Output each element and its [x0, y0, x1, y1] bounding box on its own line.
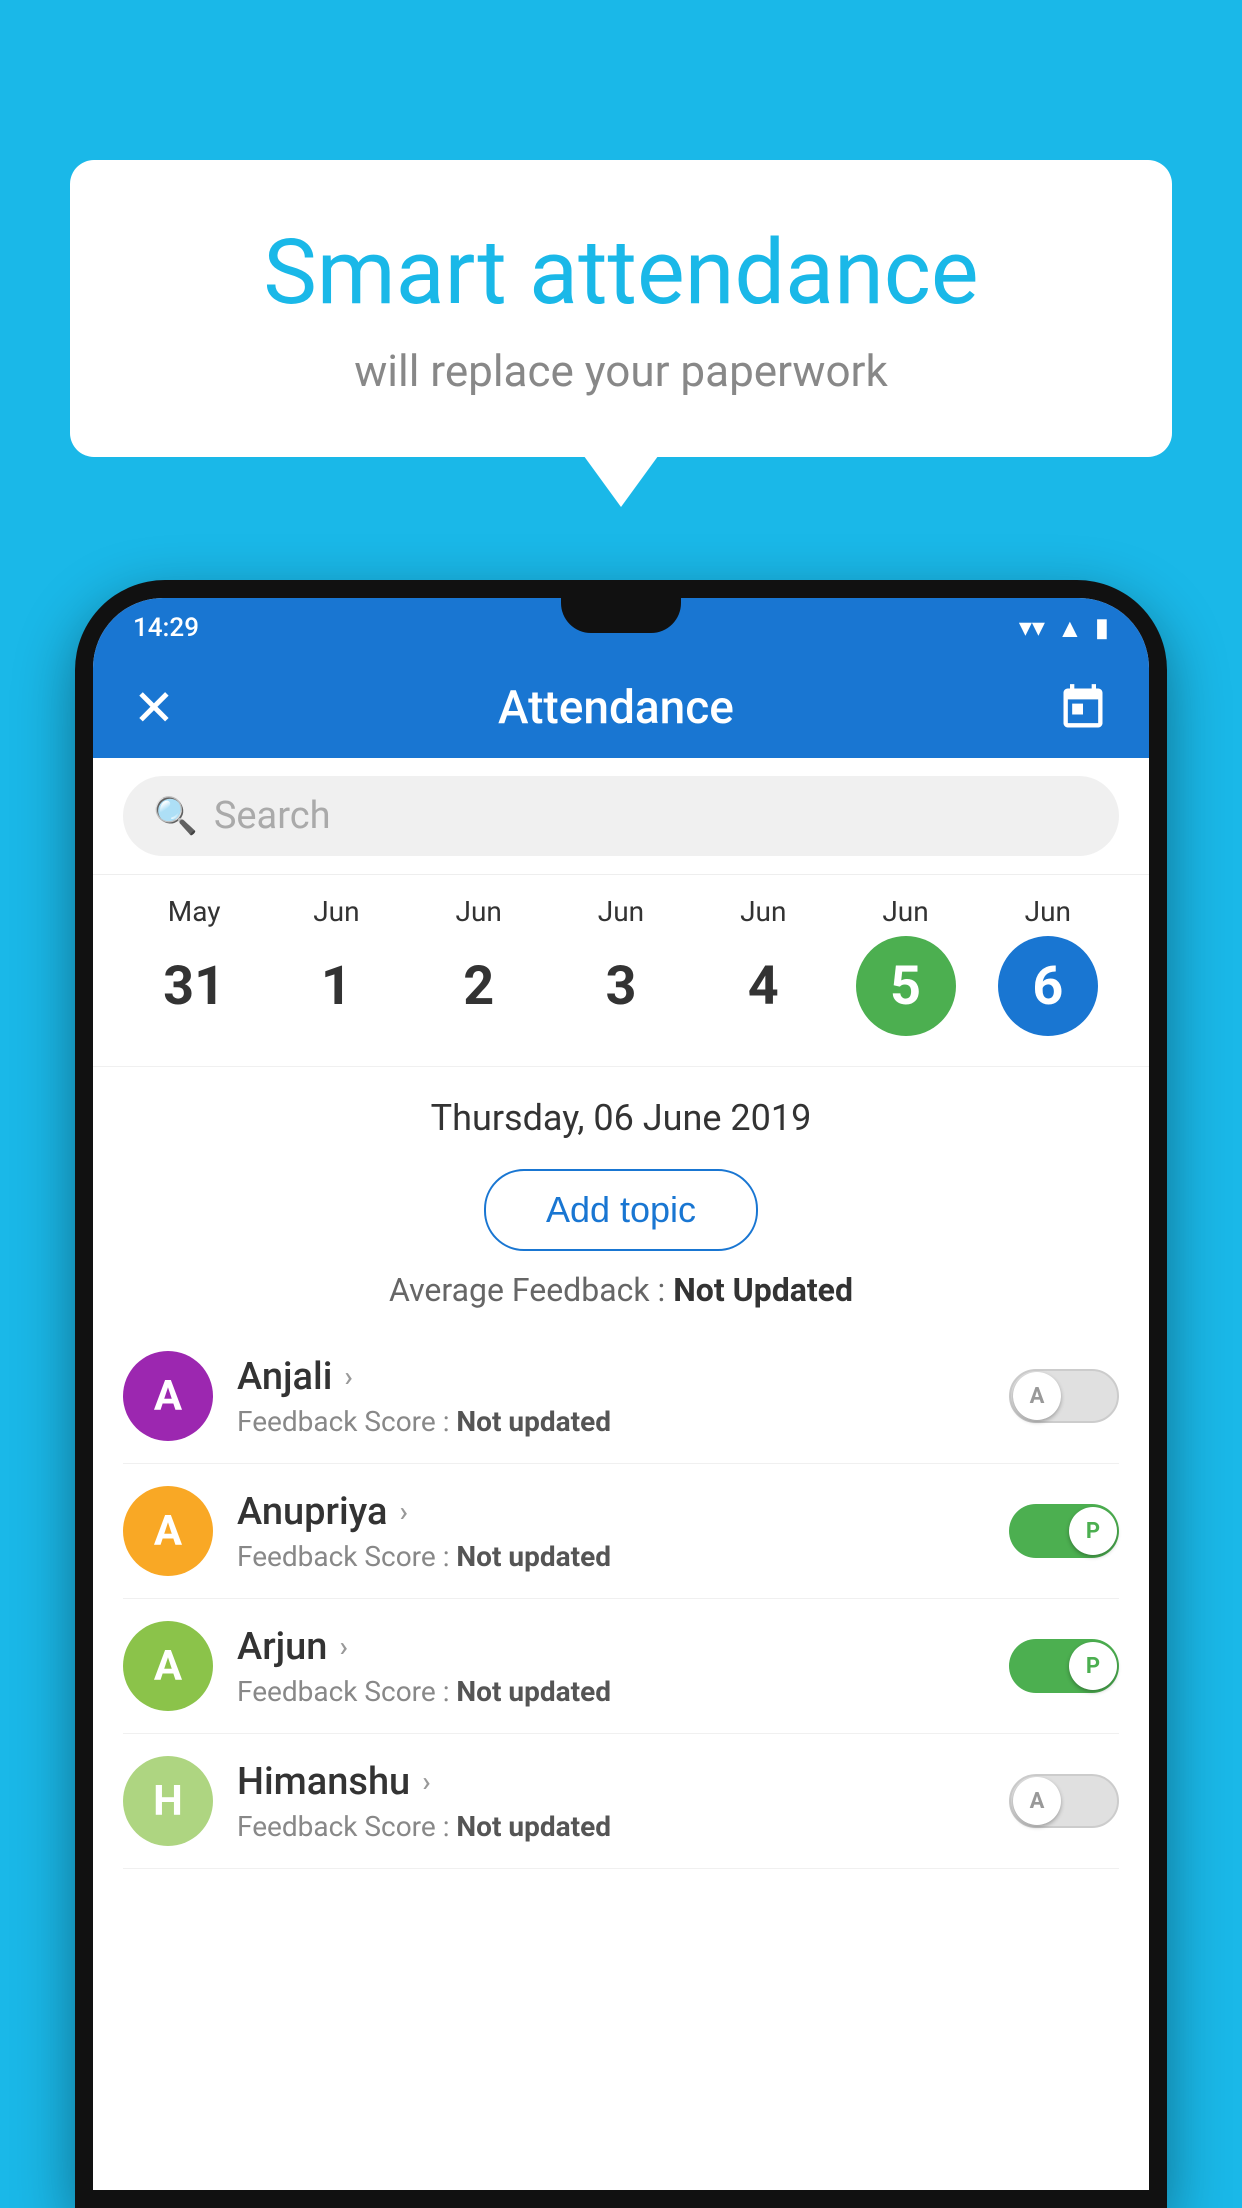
student-info-anupriya: Anupriya › Feedback Score : Not updated — [237, 1490, 985, 1573]
student-info-arjun: Arjun › Feedback Score : Not updated — [237, 1625, 985, 1708]
bubble-subtitle: will replace your paperwork — [150, 345, 1092, 397]
cal-date-4[interactable]: 4 — [713, 936, 813, 1036]
cal-month-4: Jun — [740, 895, 786, 928]
avatar-arjun: A — [123, 1621, 213, 1711]
calendar-icon[interactable] — [1057, 682, 1109, 734]
month-row: May 31 Jun 1 Jun 2 Jun 3 Jun 4 — [123, 895, 1119, 1036]
search-bar[interactable]: 🔍 Search — [123, 776, 1119, 856]
chevron-anupriya: › — [399, 1495, 407, 1528]
toggle-arjun[interactable]: P — [1009, 1639, 1119, 1693]
student-feedback-himanshu: Feedback Score : Not updated — [237, 1810, 985, 1843]
cal-month-2: Jun — [456, 895, 502, 928]
speech-bubble-container: Smart attendance will replace your paper… — [70, 160, 1172, 457]
student-info-anjali: Anjali › Feedback Score : Not updated — [237, 1355, 985, 1438]
cal-month-3: Jun — [598, 895, 644, 928]
cal-item-1[interactable]: Jun 1 — [276, 895, 396, 1036]
student-item-arjun[interactable]: A Arjun › Feedback Score : Not updated P — [123, 1599, 1119, 1734]
cal-item-2[interactable]: Jun 2 — [419, 895, 539, 1036]
status-icons: ▾▾ ▲ ▮ — [1019, 613, 1109, 644]
student-item-anjali[interactable]: A Anjali › Feedback Score : Not updated … — [123, 1329, 1119, 1464]
calendar-strip: May 31 Jun 1 Jun 2 Jun 3 Jun 4 — [93, 875, 1149, 1067]
student-name-arjun: Arjun › — [237, 1625, 985, 1669]
header-title: Attendance — [498, 681, 734, 735]
chevron-anjali: › — [344, 1360, 352, 1393]
toggle-switch-arjun[interactable]: P — [1009, 1639, 1119, 1693]
cal-item-0[interactable]: May 31 — [134, 895, 254, 1036]
toggle-switch-anupriya[interactable]: P — [1009, 1504, 1119, 1558]
student-feedback-anjali: Feedback Score : Not updated — [237, 1405, 985, 1438]
wifi-icon: ▾▾ — [1019, 613, 1045, 643]
student-feedback-anupriya: Feedback Score : Not updated — [237, 1540, 985, 1573]
cal-month-0: May — [168, 895, 221, 928]
student-name-himanshu: Himanshu › — [237, 1760, 985, 1804]
toggle-knob-anupriya: P — [1069, 1507, 1117, 1555]
search-container: 🔍 Search — [93, 758, 1149, 875]
toggle-knob-anjali: A — [1013, 1372, 1061, 1420]
avatar-anupriya: A — [123, 1486, 213, 1576]
cal-month-1: Jun — [313, 895, 359, 928]
app-header: ✕ Attendance — [93, 658, 1149, 758]
cal-date-1[interactable]: 1 — [286, 936, 386, 1036]
toggle-himanshu[interactable]: A — [1009, 1774, 1119, 1828]
toggle-knob-arjun: P — [1069, 1642, 1117, 1690]
student-info-himanshu: Himanshu › Feedback Score : Not updated — [237, 1760, 985, 1843]
student-item-himanshu[interactable]: H Himanshu › Feedback Score : Not update… — [123, 1734, 1119, 1869]
student-name-anjali: Anjali › — [237, 1355, 985, 1399]
average-feedback: Average Feedback : Not Updated — [93, 1271, 1149, 1329]
search-input[interactable]: Search — [214, 794, 331, 838]
phone-screen: 14:29 ▾▾ ▲ ▮ ✕ Attendance 🔍 Search — [93, 598, 1149, 2190]
student-feedback-arjun: Feedback Score : Not updated — [237, 1675, 985, 1708]
search-icon: 🔍 — [153, 795, 198, 837]
signal-icon: ▲ — [1057, 613, 1083, 644]
cal-date-5[interactable]: 5 — [856, 936, 956, 1036]
battery-icon: ▮ — [1095, 613, 1109, 643]
close-button[interactable]: ✕ — [133, 679, 175, 738]
avg-feedback-label: Average Feedback : — [389, 1271, 673, 1309]
toggle-anjali[interactable]: A — [1009, 1369, 1119, 1423]
chevron-arjun: › — [339, 1630, 347, 1663]
cal-month-5: Jun — [882, 895, 928, 928]
bubble-title: Smart attendance — [150, 220, 1092, 325]
cal-item-5[interactable]: Jun 5 — [846, 895, 966, 1036]
cal-date-2[interactable]: 2 — [429, 936, 529, 1036]
avatar-anjali: A — [123, 1351, 213, 1441]
phone-notch — [561, 598, 681, 633]
student-list: A Anjali › Feedback Score : Not updated … — [93, 1329, 1149, 1869]
toggle-knob-himanshu: A — [1013, 1777, 1061, 1825]
speech-bubble: Smart attendance will replace your paper… — [70, 160, 1172, 457]
student-name-anupriya: Anupriya › — [237, 1490, 985, 1534]
toggle-anupriya[interactable]: P — [1009, 1504, 1119, 1558]
cal-date-3[interactable]: 3 — [571, 936, 671, 1036]
toggle-switch-himanshu[interactable]: A — [1009, 1774, 1119, 1828]
selected-date: Thursday, 06 June 2019 — [93, 1067, 1149, 1159]
cal-month-6: Jun — [1025, 895, 1071, 928]
cal-date-0[interactable]: 31 — [144, 936, 244, 1036]
add-topic-container: Add topic — [93, 1159, 1149, 1271]
student-item-anupriya[interactable]: A Anupriya › Feedback Score : Not update… — [123, 1464, 1119, 1599]
cal-item-4[interactable]: Jun 4 — [703, 895, 823, 1036]
chevron-himanshu: › — [422, 1765, 430, 1798]
status-time: 14:29 — [133, 613, 199, 643]
cal-item-6[interactable]: Jun 6 — [988, 895, 1108, 1036]
cal-date-6[interactable]: 6 — [998, 936, 1098, 1036]
add-topic-button[interactable]: Add topic — [484, 1169, 758, 1251]
avg-feedback-value: Not Updated — [673, 1271, 853, 1309]
avatar-himanshu: H — [123, 1756, 213, 1846]
phone-frame: 14:29 ▾▾ ▲ ▮ ✕ Attendance 🔍 Search — [75, 580, 1167, 2208]
toggle-switch-anjali[interactable]: A — [1009, 1369, 1119, 1423]
cal-item-3[interactable]: Jun 3 — [561, 895, 681, 1036]
